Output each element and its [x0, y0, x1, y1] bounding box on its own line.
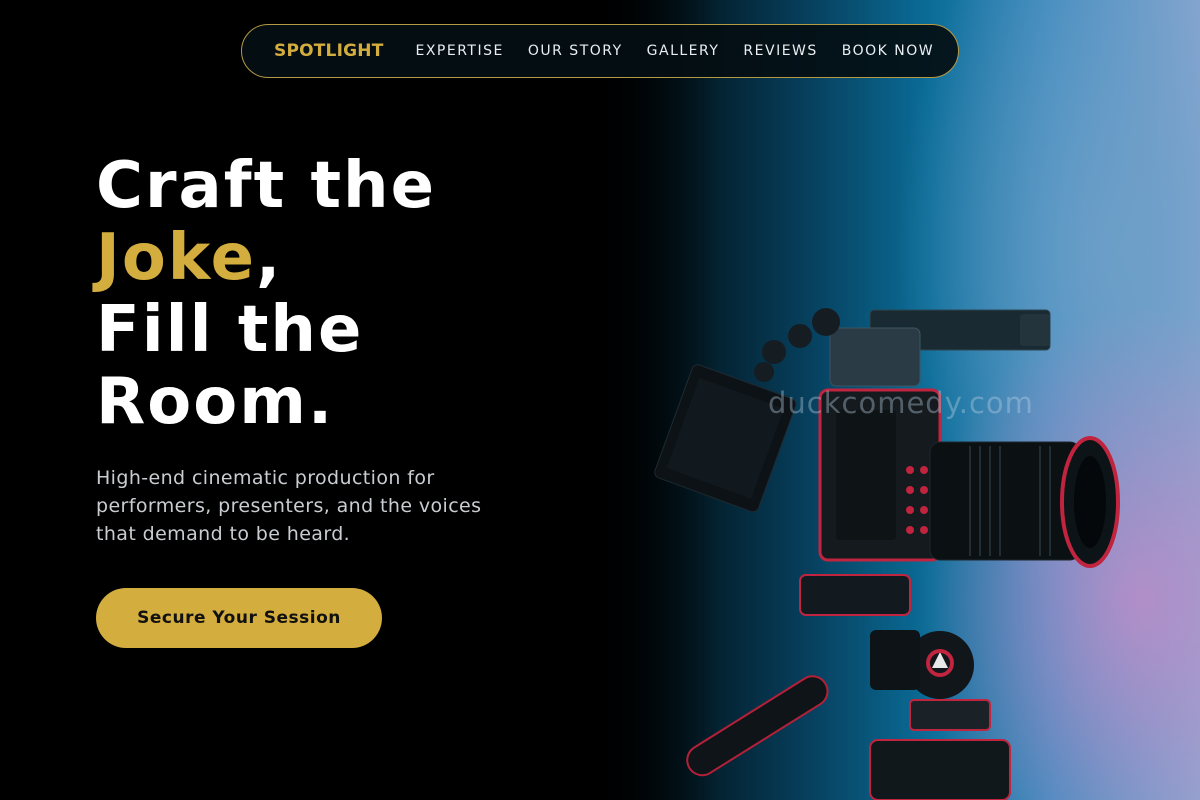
cinema-camera-illustration: [654, 308, 1120, 800]
headline-line-3: Fill the: [96, 293, 364, 367]
headline-line-4: Room.: [96, 365, 335, 439]
nav-link-book-now[interactable]: BOOK NOW: [842, 43, 934, 59]
headline-comma: ,: [256, 221, 283, 295]
secure-session-button[interactable]: Secure Your Session: [96, 588, 382, 648]
brand-logo[interactable]: SPOTLIGHT: [274, 41, 384, 61]
nav-link-gallery[interactable]: GALLERY: [647, 43, 720, 59]
nav-link-expertise[interactable]: EXPERTISE: [416, 43, 504, 59]
hero-subtext: High-end cinematic production for perfor…: [96, 467, 482, 545]
top-navigation: SPOTLIGHT EXPERTISE OUR STORY GALLERY RE…: [241, 24, 959, 78]
hero-section: duckcomedy.com SPOTLIGHT EXPERTISE OUR S…: [0, 0, 1200, 800]
nav-link-reviews[interactable]: REVIEWS: [743, 43, 817, 59]
headline-line-1: Craft the: [96, 149, 436, 223]
nav-link-our-story[interactable]: OUR STORY: [528, 43, 623, 59]
headline-accent-word: Joke: [96, 221, 257, 295]
hero-headline: Craft the Joke, Fill the Room.: [96, 150, 556, 438]
watermark-text: duckcomedy.com: [768, 386, 1034, 420]
